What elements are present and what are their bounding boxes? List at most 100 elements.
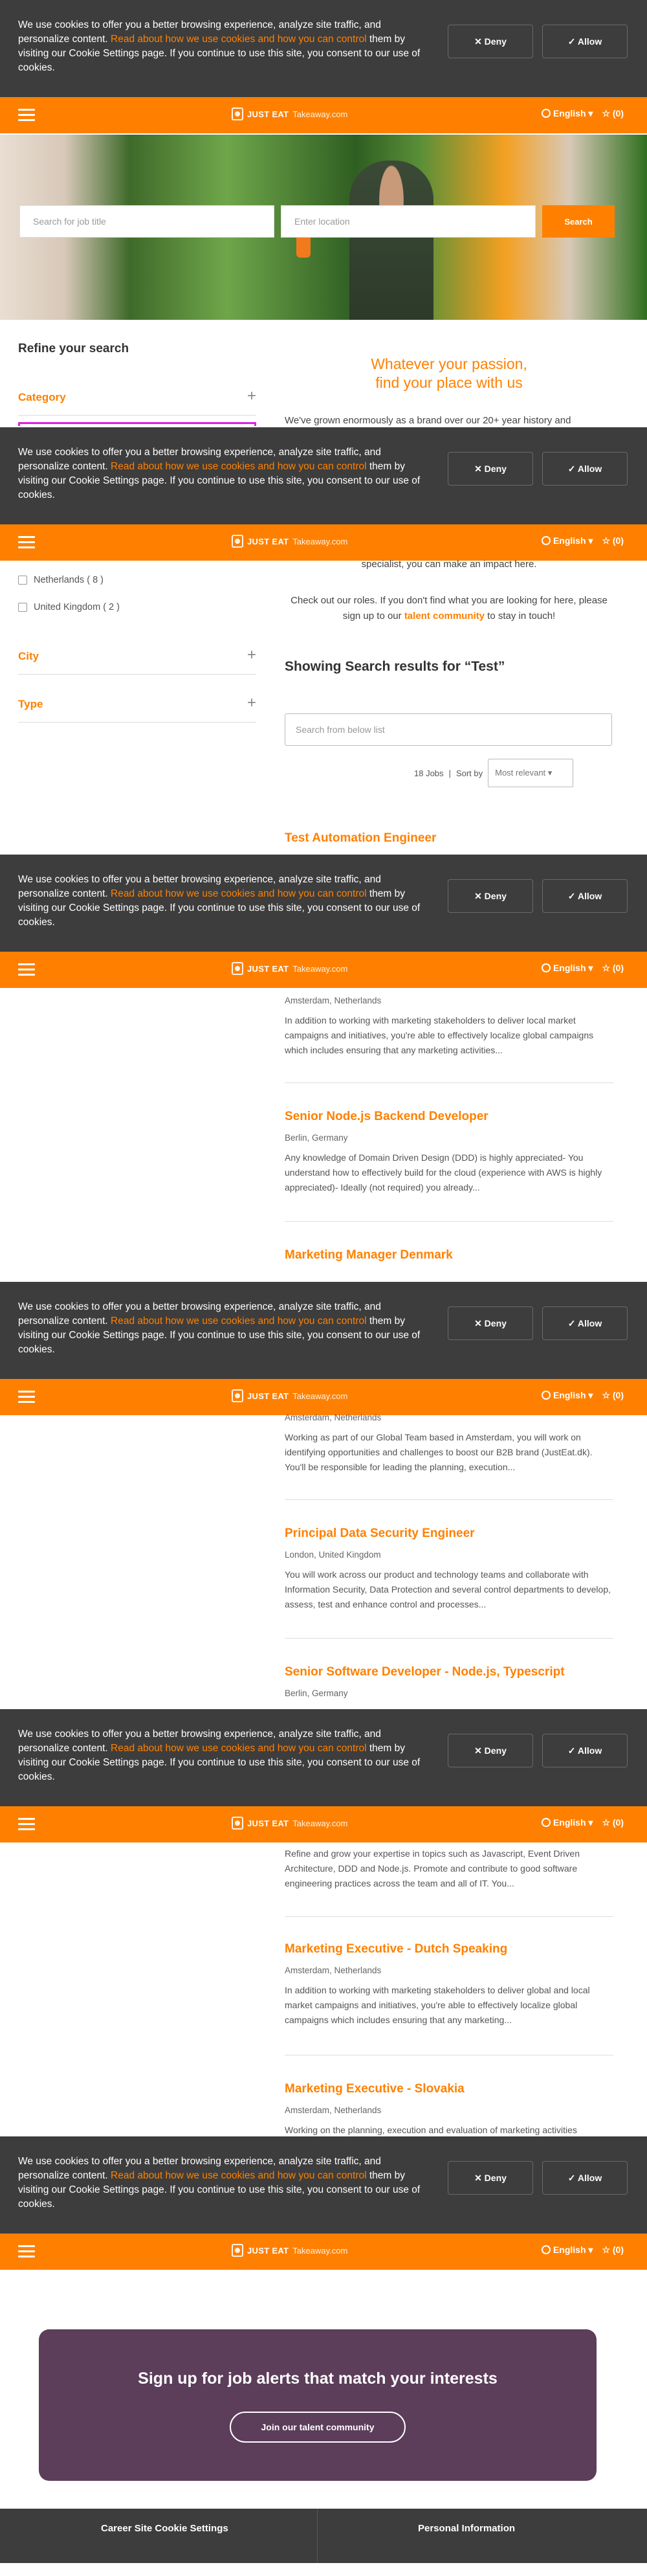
header-actions: English ▾ ☆ (0) [541,1817,624,1828]
filter-category[interactable]: Category + [18,378,256,416]
cookie-banner: We use cookies to offer you a better bro… [0,427,647,524]
filter-country-uk[interactable]: United Kingdom ( 2 ) [18,602,120,612]
brand-logo[interactable]: JUST EAT Takeaway.com [232,1817,347,1830]
job-title-link[interactable]: Test Automation Engineer [285,831,613,846]
job-description: You will work across our product and tec… [285,1569,611,1609]
globe-icon [541,1391,551,1400]
job-title-link[interactable]: Senior Node.js Backend Developer [285,1110,613,1124]
hero-person-image [349,161,433,320]
talent-community-link[interactable]: talent community [404,610,485,622]
job-title-link[interactable]: Marketing Executive - Slovakia [285,2082,613,2096]
checkbox-icon[interactable] [18,576,27,585]
cookie-policy-link[interactable]: Read about how we use cookies and how yo… [111,888,367,899]
job-description: Working on the planning, execution and e… [285,2125,577,2135]
language-selector[interactable]: English ▾ [541,1817,593,1828]
site-header: JUST EAT Takeaway.com English ▾ ☆ (0) [0,524,647,561]
cookie-deny-button[interactable]: ✕ Deny [448,25,533,58]
job-location: Amsterdam, Netherlands [285,2105,382,2115]
cookie-settings-link[interactable]: Career Site Cookie Settings [101,2523,228,2534]
location-input[interactable]: Enter location [281,205,536,238]
brand-logo[interactable]: JUST EAT Takeaway.com [232,962,347,975]
cookie-allow-button[interactable]: ✓ Allow [542,879,628,913]
favorites-button[interactable]: ☆ (0) [602,1390,624,1401]
logo-icon [232,1389,243,1402]
job-description: Refine and grow your expertise in topics… [285,1848,580,1888]
brand-logo[interactable]: JUST EAT Takeaway.com [232,2244,347,2257]
job-item: Test Automation Engineer [285,831,613,846]
filter-type[interactable]: Type + [18,685,256,722]
job-location: Amsterdam, Netherlands [285,996,382,1005]
job-title-link[interactable]: Marketing Manager Denmark [285,1248,613,1262]
menu-icon[interactable] [18,1391,35,1404]
results-count-sort: 18 Jobs | Sort by Most relevant ▾ [414,759,574,787]
filter-country-netherlands[interactable]: Netherlands ( 8 ) [18,575,104,585]
cookie-deny-button[interactable]: ✕ Deny [448,1734,533,1767]
header-actions: English ▾ ☆ (0) [541,535,624,546]
header-actions: English ▾ ☆ (0) [541,1390,624,1401]
sort-select[interactable]: Most relevant ▾ [488,759,574,787]
logo-icon [232,1817,243,1830]
logo-text-secondary: Takeaway.com [292,963,348,974]
menu-icon[interactable] [18,963,35,976]
cookie-allow-button[interactable]: ✓ Allow [542,1734,628,1767]
cookie-policy-link[interactable]: Read about how we use cookies and how yo… [111,2170,367,2181]
job-title-link[interactable]: Senior Software Developer - Node.js, Typ… [285,1665,613,1679]
cookie-allow-button[interactable]: ✓ Allow [542,1306,628,1340]
brand-logo[interactable]: JUST EAT Takeaway.com [232,1389,347,1402]
intro-cta-text: to stay in touch! [485,610,556,622]
job-location: Berlin, Germany [285,1133,348,1143]
cookie-policy-link[interactable]: Read about how we use cookies and how yo… [111,34,367,45]
cookie-banner: We use cookies to offer you a better bro… [0,1282,647,1379]
cookie-message: We use cookies to offer you a better bro… [18,18,432,75]
job-title-link[interactable]: Marketing Executive - Dutch Speaking [285,1942,613,1956]
menu-icon[interactable] [18,109,35,122]
cookie-message: We use cookies to offer you a better bro… [18,873,432,930]
search-button[interactable]: Search [542,205,615,238]
language-selector[interactable]: English ▾ [541,535,593,546]
menu-icon[interactable] [18,2245,35,2258]
job-alerts-signup: Sign up for job alerts that match your i… [39,2329,597,2481]
job-description: Any knowledge of Domain Driven Design (D… [285,1152,602,1193]
job-title-input[interactable]: Search for job title [19,205,274,238]
cookie-policy-link[interactable]: Read about how we use cookies and how yo… [111,1316,367,1327]
favorites-button[interactable]: ☆ (0) [602,535,624,546]
logo-icon [232,535,243,548]
globe-icon [541,536,551,545]
job-item: Marketing Executive - Slovakia Amsterdam… [285,2082,613,2138]
brand-logo[interactable]: JUST EAT Takeaway.com [232,107,347,120]
favorites-button[interactable]: ☆ (0) [602,2245,624,2256]
cookie-policy-link[interactable]: Read about how we use cookies and how yo… [111,1743,367,1754]
join-talent-community-button[interactable]: Join our talent community [230,2412,406,2443]
filter-category-label: Category [18,391,66,403]
job-item: Senior Software Developer - Node.js, Typ… [285,1665,613,1698]
cookie-allow-button[interactable]: ✓ Allow [542,452,628,486]
cookie-policy-link[interactable]: Read about how we use cookies and how yo… [111,461,367,472]
results-search-input[interactable]: Search from below list [285,713,612,746]
results-heading: Showing Search results for “Test” [285,659,505,674]
favorites-button[interactable]: ☆ (0) [602,1817,624,1828]
language-selector[interactable]: English ▾ [541,2245,593,2256]
cookie-message: We use cookies to offer you a better bro… [18,445,432,502]
refine-search-title: Refine your search [18,342,129,355]
language-selector[interactable]: English ▾ [541,108,593,119]
brand-logo[interactable]: JUST EAT Takeaway.com [232,535,347,548]
favorites-button[interactable]: ☆ (0) [602,108,624,119]
menu-icon[interactable] [18,1818,35,1831]
cookie-deny-button[interactable]: ✕ Deny [448,1306,533,1340]
header-actions: English ▾ ☆ (0) [541,963,624,974]
job-title-link[interactable]: Principal Data Security Engineer [285,1527,613,1541]
personal-information-link[interactable]: Personal Information [418,2523,515,2534]
intro-heading-line: find your place with us [375,374,523,391]
language-selector[interactable]: English ▾ [541,1390,593,1401]
filter-city[interactable]: City + [18,637,256,675]
favorites-button[interactable]: ☆ (0) [602,963,624,974]
language-selector[interactable]: English ▾ [541,963,593,974]
cookie-allow-button[interactable]: ✓ Allow [542,25,628,58]
checkbox-icon[interactable] [18,603,27,612]
cookie-deny-button[interactable]: ✕ Deny [448,2161,533,2195]
cookie-deny-button[interactable]: ✕ Deny [448,452,533,486]
cookie-allow-button[interactable]: ✓ Allow [542,2161,628,2195]
cookie-deny-button[interactable]: ✕ Deny [448,879,533,913]
menu-icon[interactable] [18,536,35,549]
job-item: Refine and grow your expertise in topics… [285,1846,613,1891]
